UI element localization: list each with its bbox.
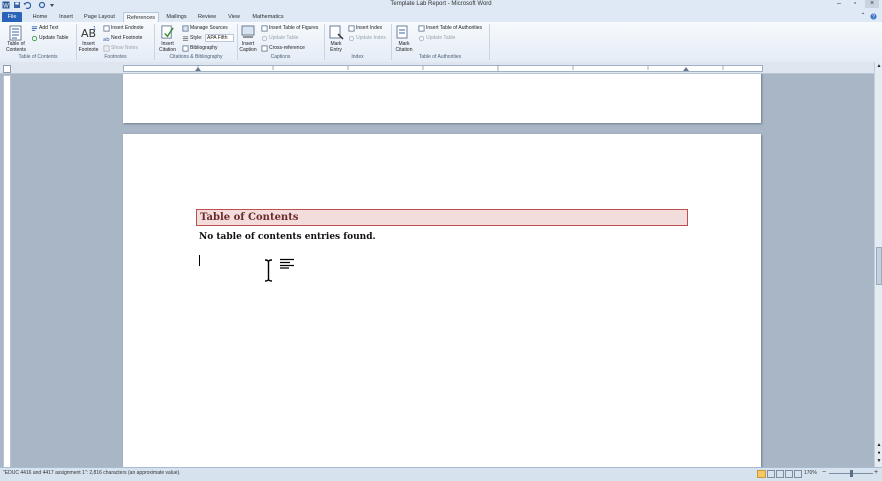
svg-text:ab: ab (103, 37, 110, 42)
insert-index-button[interactable]: Insert Index (356, 25, 382, 31)
window-title: Template Lab Report - Microsoft Word (390, 1, 492, 7)
select-browse-object-icon[interactable]: ● (876, 450, 882, 456)
mark-citation-button[interactable]: Mark Citation (392, 41, 416, 53)
tab-selector-icon[interactable] (3, 65, 11, 73)
insert-endnote-icon (103, 25, 110, 32)
status-text: "EDUC 4416 and 4417 assignment 1": 2,816… (3, 470, 181, 476)
update-table-button[interactable]: Update Table (39, 35, 68, 41)
minimize-icon[interactable]: – (832, 0, 846, 8)
insert-table-of-authorities-button[interactable]: Insert Table of Authorities (426, 25, 482, 31)
draft-view-icon[interactable] (794, 470, 802, 478)
insert-caption-icon[interactable] (241, 25, 255, 40)
tab-insert[interactable]: Insert (56, 12, 76, 22)
style-icon (182, 36, 189, 41)
maximize-icon[interactable]: ▫ (848, 0, 862, 8)
full-screen-reading-view-icon[interactable] (767, 470, 775, 478)
minimize-ribbon-icon[interactable]: ⌃ (858, 12, 868, 20)
print-layout-view-icon[interactable] (757, 470, 766, 478)
previous-page[interactable] (123, 74, 761, 123)
toc-heading[interactable]: Table of Contents (196, 209, 688, 226)
next-page-icon[interactable]: ▼ (876, 458, 882, 464)
insert-index-icon (348, 25, 355, 32)
cross-reference-button[interactable]: Cross-reference (269, 45, 305, 51)
insert-table-of-figures-button[interactable]: Insert Table of Figures (269, 25, 318, 31)
zoom-in-icon[interactable]: + (874, 469, 878, 477)
group-label-footnotes: Footnotes (104, 54, 127, 60)
horizontal-ruler[interactable] (0, 62, 882, 74)
insert-caption-button[interactable]: Insert Caption (237, 41, 259, 53)
text-cursor (199, 255, 200, 266)
zoom-level[interactable]: 170% (804, 470, 817, 476)
cross-reference-icon (261, 45, 268, 52)
ruler-ticks (195, 65, 724, 71)
update-index-icon (348, 35, 355, 42)
tab-file[interactable]: File (2, 12, 22, 22)
tab-view[interactable]: View (225, 12, 243, 22)
insert-table-of-figures-icon (261, 25, 268, 32)
group-label-captions: Captions (270, 54, 291, 60)
group-label-toc: Table of Contents (18, 54, 58, 60)
update-index-button[interactable]: Update Index (356, 35, 386, 41)
manage-sources-icon (182, 25, 189, 32)
zoom-out-icon[interactable]: − (822, 469, 826, 477)
scroll-up-icon[interactable]: ▲ (876, 63, 882, 69)
insert-table-of-authorities-icon (418, 25, 425, 32)
svg-text:?: ? (872, 15, 875, 20)
web-layout-view-icon[interactable] (776, 470, 784, 478)
vertical-scrollbar[interactable]: ▲ ▲ ● ▼ (874, 62, 882, 467)
outline-view-icon[interactable] (785, 470, 793, 478)
style-dropdown[interactable]: APA Fifth (205, 34, 234, 42)
manage-sources-button[interactable]: Manage Sources (190, 25, 228, 31)
bibliography-button[interactable]: Bibliography (190, 45, 218, 51)
update-table-of-authorities-button[interactable]: Update Table (426, 35, 455, 41)
insert-citation-icon[interactable] (160, 25, 175, 40)
add-text-icon (31, 26, 38, 31)
status-bar: "EDUC 4416 and 4417 assignment 1": 2,816… (0, 467, 882, 481)
tab-page-layout[interactable]: Page Layout (83, 12, 116, 22)
insert-endnote-button[interactable]: Insert Endnote (111, 25, 144, 31)
mark-entry-button[interactable]: Mark Entry (326, 41, 346, 53)
update-table-icon (31, 35, 38, 42)
current-page[interactable] (123, 134, 761, 467)
toc-message[interactable]: No table of contents entries found. (199, 232, 376, 242)
previous-page-icon[interactable]: ▲ (876, 442, 882, 448)
click-and-type-align-icon (280, 258, 294, 269)
group-label-authorities: Table of Authorities (418, 54, 462, 60)
vertical-ruler[interactable] (3, 75, 11, 472)
tab-review[interactable]: Review (196, 12, 218, 22)
next-footnote-button[interactable]: Next Footnote (111, 35, 142, 41)
insert-footnote-button[interactable]: Insert Footnote (77, 41, 100, 53)
bibliography-icon (182, 45, 189, 52)
scrollbar-thumb[interactable] (876, 247, 882, 285)
close-icon[interactable]: × (865, 0, 879, 8)
table-of-contents-button[interactable]: Table of Contents (3, 41, 29, 53)
add-text-button[interactable]: Add Text (39, 25, 58, 31)
tab-home[interactable]: Home (30, 12, 50, 22)
document-area[interactable] (12, 74, 874, 467)
show-notes-button[interactable]: Show Notes (111, 45, 138, 51)
group-divider (489, 24, 490, 60)
mark-entry-icon[interactable] (329, 25, 344, 40)
help-icon[interactable]: ? (870, 13, 877, 20)
group-label-index: Index (351, 54, 364, 60)
i-beam-pointer-icon (264, 259, 273, 282)
ribbon-tabs: File Home Insert Page Layout References … (0, 11, 882, 23)
tab-mailings[interactable]: Mailings (164, 12, 189, 22)
next-footnote-icon: ab (103, 37, 110, 42)
update-authorities-icon (418, 35, 425, 42)
show-notes-icon (103, 45, 110, 52)
svg-text:1: 1 (93, 26, 96, 32)
insert-citation-button[interactable]: Insert Citation (155, 41, 180, 53)
insert-footnote-icon[interactable]: AB1 (80, 25, 96, 40)
style-label: Style: (190, 35, 203, 41)
table-of-contents-icon[interactable] (8, 25, 24, 41)
zoom-slider-thumb[interactable] (850, 470, 853, 477)
update-table-of-figures-button[interactable]: Update Table (269, 35, 298, 41)
group-label-citations: Citations & Bibliography (169, 54, 223, 60)
tab-mathematics[interactable]: Mathematics (250, 12, 286, 22)
mark-citation-icon[interactable] (396, 25, 411, 40)
update-table-icon (261, 35, 268, 42)
